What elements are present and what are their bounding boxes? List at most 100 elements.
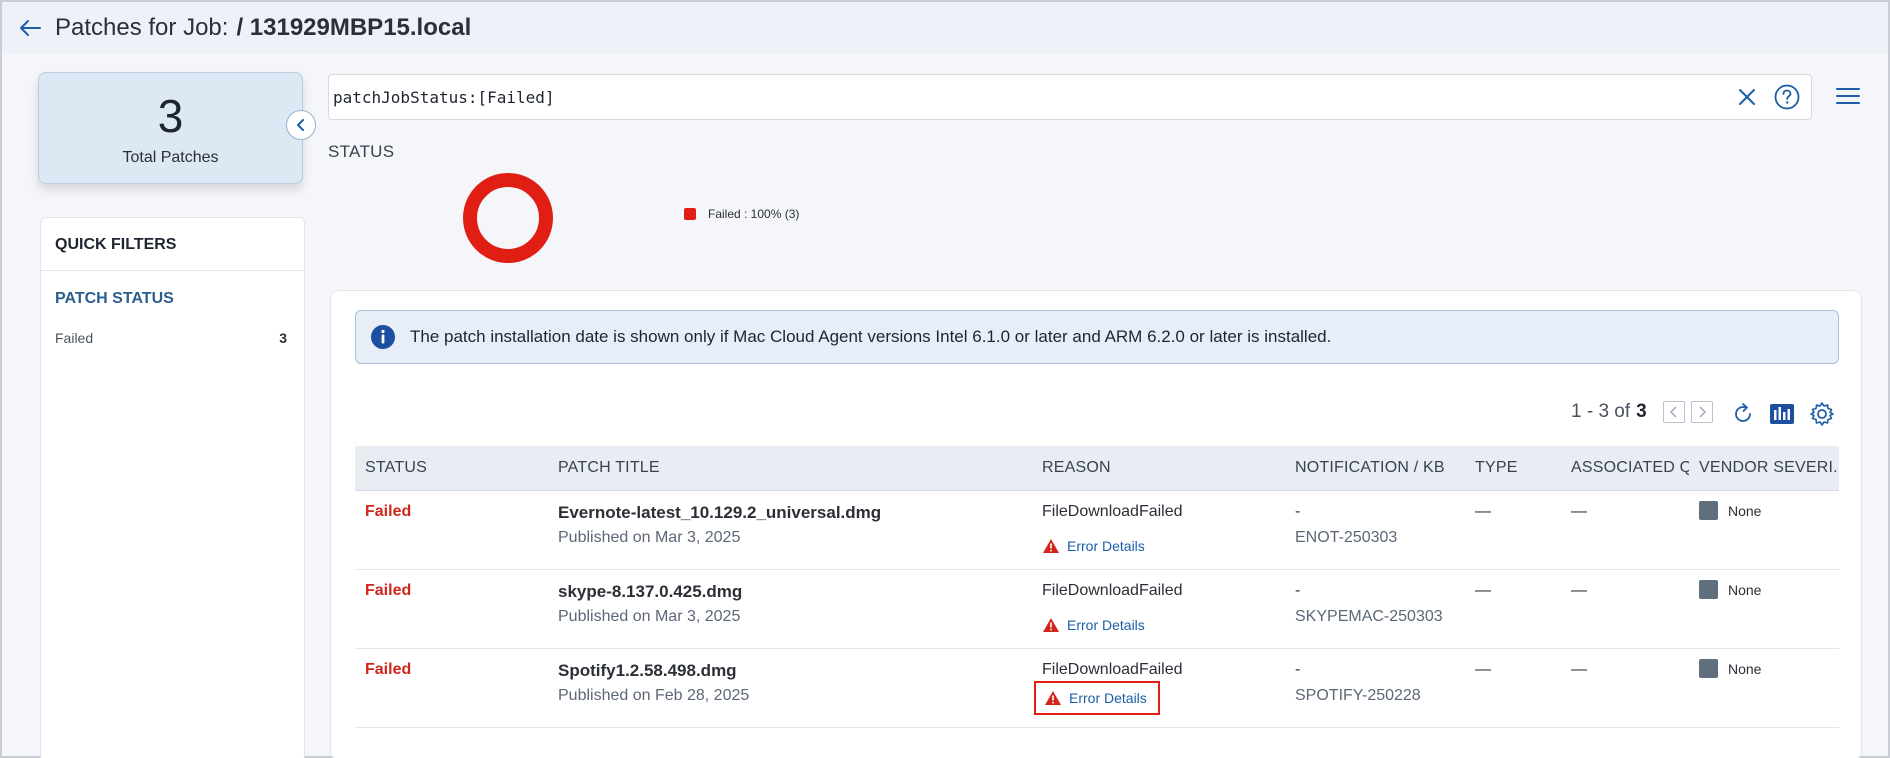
patch-title-cell: Evernote-latest_10.129.2_universal.dmg P… — [558, 503, 881, 547]
patch-status-filter-heading: PATCH STATUS — [55, 290, 174, 307]
patch-title-cell: Spotify1.2.58.498.dmg Published on Feb 2… — [558, 661, 749, 705]
severity-swatch — [1699, 580, 1718, 599]
reason-cell: FileDownloadFailed Error Details — [1042, 582, 1183, 642]
patch-published-date: Published on Mar 3, 2025 — [558, 529, 741, 546]
table-row[interactable]: Failed Evernote-latest_10.129.2_universa… — [355, 491, 1839, 570]
total-patches-count: 3 — [157, 90, 184, 142]
notification-value: - — [1295, 661, 1301, 678]
status-badge: Failed — [365, 661, 412, 678]
error-details-link[interactable]: Error Details — [1034, 681, 1160, 715]
status-badge: Failed — [365, 503, 412, 520]
patches-table-card: The patch installation date is shown onl… — [330, 290, 1862, 758]
next-page-button[interactable] — [1690, 401, 1713, 423]
notification-kb-cell: - ENOT-250303 — [1295, 503, 1397, 547]
status-donut-chart — [463, 173, 553, 263]
reason-text: FileDownloadFailed — [1042, 503, 1183, 520]
reason-cell: FileDownloadFailed Error Details — [1034, 661, 1183, 715]
table-header: STATUS PATCH TITLE REASON NOTIFICATION /… — [355, 446, 1839, 491]
collapse-sidebar-button[interactable] — [286, 110, 316, 140]
legend-label-failed: Failed : 100% (3) — [708, 207, 800, 221]
associated-qid-cell: — — [1571, 582, 1587, 599]
error-details-label: Error Details — [1067, 538, 1145, 554]
kb-id: SPOTIFY-250228 — [1295, 687, 1421, 704]
patch-name[interactable]: skype-8.137.0.425.dmg — [558, 582, 742, 602]
kb-id: SKYPEMAC-250303 — [1295, 608, 1443, 625]
search-bar — [328, 74, 1812, 120]
patch-published-date: Published on Feb 28, 2025 — [558, 687, 750, 704]
patch-name[interactable]: Evernote-latest_10.129.2_universal.dmg — [558, 503, 881, 523]
patch-name[interactable]: Spotify1.2.58.498.dmg — [558, 661, 749, 681]
column-header-status[interactable]: STATUS — [355, 459, 548, 477]
type-cell: — — [1475, 503, 1491, 520]
total-patches-label: Total Patches — [122, 149, 219, 166]
prev-page-button[interactable] — [1662, 401, 1685, 423]
table-row[interactable]: Failed skype-8.137.0.425.dmg Published o… — [355, 570, 1839, 649]
warning-icon — [1045, 691, 1061, 705]
info-banner: The patch installation date is shown onl… — [355, 310, 1839, 364]
column-header-reason[interactable]: REASON — [1032, 459, 1285, 477]
reason-text: FileDownloadFailed — [1042, 661, 1183, 678]
vendor-severity-cell: None — [1699, 580, 1761, 599]
info-icon — [371, 325, 395, 349]
severity-swatch — [1699, 659, 1718, 678]
settings-gear-icon[interactable] — [1809, 401, 1835, 427]
column-header-type[interactable]: TYPE — [1465, 459, 1561, 477]
pagination-range: 1 - 3 of — [1571, 401, 1631, 422]
error-details-label: Error Details — [1067, 617, 1145, 633]
error-details-link[interactable]: Error Details — [1042, 529, 1168, 563]
associated-qid-cell: — — [1571, 503, 1587, 520]
warning-icon — [1043, 539, 1059, 553]
search-input[interactable] — [333, 75, 1713, 119]
pagination: 1 - 3 of 3 — [1571, 401, 1713, 423]
filter-item-failed[interactable]: Failed 3 — [55, 330, 287, 346]
column-header-patch-title[interactable]: PATCH TITLE — [548, 459, 1032, 477]
page-title: Patches for Job: / 131929MBP15.local — [55, 14, 471, 42]
reason-cell: FileDownloadFailed Error Details — [1042, 503, 1183, 563]
help-icon[interactable] — [1773, 83, 1801, 111]
column-header-notification-kb[interactable]: NOTIFICATION / KB — [1285, 459, 1465, 477]
job-name: / 131929MBP15.local — [236, 14, 472, 41]
reason-text: FileDownloadFailed — [1042, 582, 1183, 599]
page-header: Patches for Job: / 131929MBP15.local — [2, 2, 1888, 54]
status-chart-heading: STATUS — [328, 142, 395, 161]
error-details-link[interactable]: Error Details — [1042, 608, 1168, 642]
chevron-left-icon — [297, 119, 304, 131]
vendor-severity-value: None — [1728, 581, 1762, 598]
warning-icon — [1043, 618, 1059, 632]
kb-id: ENOT-250303 — [1295, 529, 1398, 546]
filter-item-label: Failed — [55, 330, 94, 346]
column-chart-view-icon[interactable] — [1769, 402, 1795, 426]
column-header-associated[interactable]: ASSOCIATED Q... — [1561, 459, 1689, 477]
quick-filters-title: QUICK FILTERS — [55, 236, 177, 253]
chevron-left-icon — [1669, 406, 1677, 418]
notification-value: - — [1295, 503, 1301, 520]
total-patches-card: 3 Total Patches — [38, 72, 303, 184]
pagination-total: 3 — [1636, 401, 1647, 422]
severity-swatch — [1699, 501, 1718, 520]
back-arrow-icon[interactable] — [16, 14, 44, 42]
patch-title-cell: skype-8.137.0.425.dmg Published on Mar 3… — [558, 582, 742, 626]
donut-slice-failed[interactable] — [463, 173, 553, 263]
info-banner-text: The patch installation date is shown onl… — [410, 327, 1332, 346]
quick-filters-panel: QUICK FILTERS PATCH STATUS Failed 3 — [40, 217, 305, 758]
notification-kb-cell: - SPOTIFY-250228 — [1295, 661, 1421, 705]
patches-table: STATUS PATCH TITLE REASON NOTIFICATION /… — [355, 446, 1839, 728]
column-header-vendor-severity[interactable]: VENDOR SEVERI... — [1689, 459, 1839, 477]
chart-legend: Failed : 100% (3) — [684, 207, 799, 221]
hamburger-menu-icon[interactable] — [1834, 82, 1862, 110]
refresh-icon[interactable] — [1731, 402, 1755, 426]
associated-qid-cell: — — [1571, 661, 1587, 678]
legend-swatch-failed — [684, 208, 696, 220]
table-tools — [1731, 401, 1835, 427]
type-cell: — — [1475, 582, 1491, 599]
status-badge: Failed — [365, 582, 412, 599]
notification-kb-cell: - SKYPEMAC-250303 — [1295, 582, 1443, 626]
table-row[interactable]: Failed Spotify1.2.58.498.dmg Published o… — [355, 649, 1839, 728]
error-details-label: Error Details — [1069, 690, 1147, 706]
vendor-severity-cell: None — [1699, 501, 1761, 520]
clear-search-icon[interactable] — [1735, 85, 1759, 109]
page-title-prefix: Patches for Job: — [55, 14, 229, 41]
chevron-right-icon — [1699, 406, 1706, 418]
divider — [41, 270, 304, 271]
patch-published-date: Published on Mar 3, 2025 — [558, 608, 741, 625]
